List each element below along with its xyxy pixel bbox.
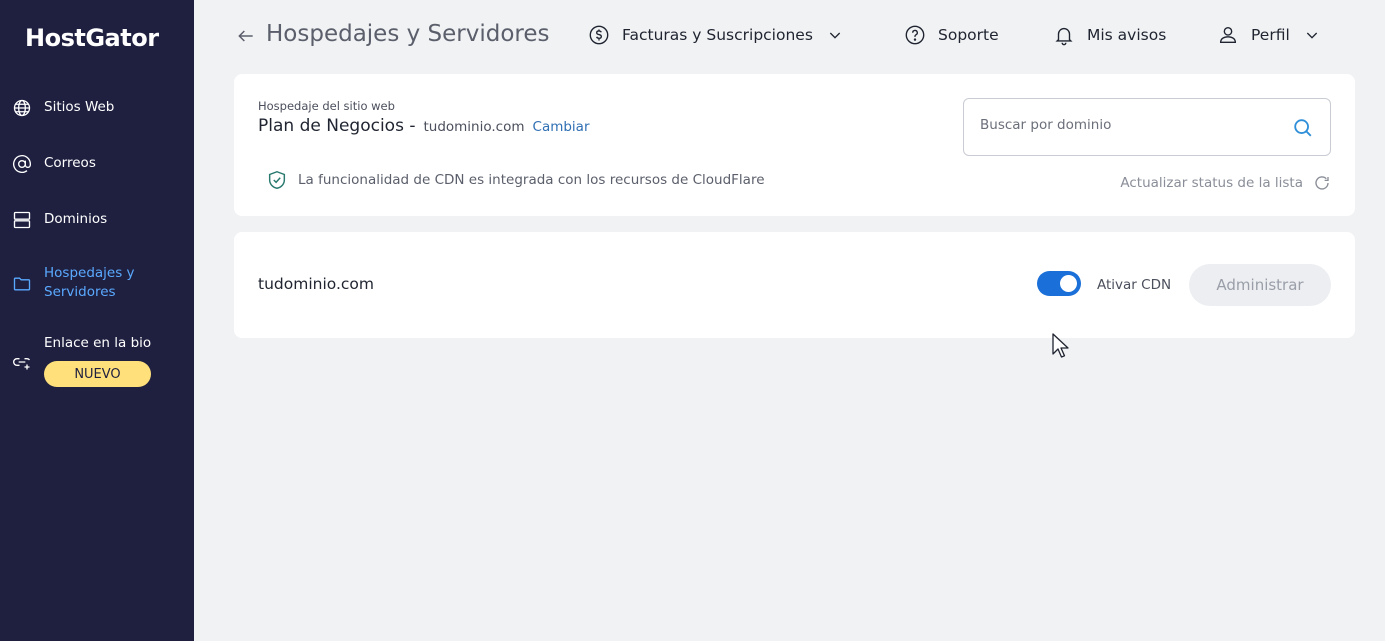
notifications-link[interactable]: Mis avisos: [1053, 22, 1166, 48]
cdn-toggle-label: Ativar CDN: [1097, 277, 1172, 293]
chevron-down-icon: [1306, 32, 1317, 39]
sidebar-item-label: Correos: [44, 155, 96, 171]
globe-icon: [12, 98, 32, 118]
profile-menu[interactable]: Perfil: [1217, 22, 1320, 48]
support-link[interactable]: Soporte: [904, 22, 999, 48]
domain-name: tudominio.com: [258, 275, 375, 293]
mouse-cursor-icon: [1052, 333, 1069, 358]
help-circle-icon: [905, 25, 925, 45]
profile-label: Perfil: [1251, 26, 1290, 44]
plan-row: Plan de Negocios - tudominio.com Cambiar: [258, 116, 590, 136]
back-arrow-icon[interactable]: [236, 26, 256, 46]
sidebar-item-label: Hospedajes y Servidores: [44, 265, 135, 300]
manage-button[interactable]: Administrar: [1189, 264, 1331, 306]
notifications-label: Mis avisos: [1087, 26, 1167, 44]
change-plan-link[interactable]: Cambiar: [533, 119, 590, 135]
sidebar-item-sitios-web[interactable]: Sitios Web: [0, 98, 194, 118]
sidebar-item-correos[interactable]: Correos: [0, 154, 194, 174]
folder-icon: [12, 274, 32, 294]
user-icon: [1219, 26, 1237, 44]
cdn-note: La funcionalidad de CDN es integrada con…: [266, 169, 765, 191]
sidebar-item-hospedajes[interactable]: Hospedajes y Servidores: [0, 264, 194, 304]
chevron-down-icon: [829, 32, 841, 39]
sidebar-item-label: Dominios: [44, 211, 108, 227]
server-icon: [12, 210, 32, 230]
page-title: Hospedajes y Servidores: [266, 21, 550, 47]
sidebar-item-dominios[interactable]: Dominios: [0, 210, 194, 230]
domain-search-input[interactable]: [980, 117, 1280, 133]
cdn-toggle[interactable]: [1037, 271, 1081, 296]
sidebar-item-enlace-bio[interactable]: Enlace en la bio: [0, 334, 194, 370]
bell-icon: [1055, 27, 1073, 46]
plan-name: Plan de Negocios -: [258, 116, 416, 136]
refresh-icon: [1315, 176, 1329, 190]
shield-check-icon: [268, 170, 286, 190]
link-add-icon: [12, 352, 32, 372]
sidebar-item-label: Sitios Web: [44, 99, 115, 115]
refresh-status-button[interactable]: Actualizar status de la lista: [1120, 174, 1331, 192]
at-sign-icon: [12, 154, 32, 174]
search-icon[interactable]: [1292, 117, 1314, 139]
domain-row-card: tudominio.com Ativar CDN Administrar: [234, 232, 1355, 338]
cdn-note-text: La funcionalidad de CDN es integrada con…: [298, 172, 765, 188]
sidebar-item-label: Enlace en la bio: [44, 335, 152, 351]
support-label: Soporte: [938, 26, 999, 44]
hosting-sub-label: Hospedaje del sitio web: [258, 99, 395, 113]
billing-label: Facturas y Suscripciones: [622, 26, 813, 44]
dollar-circle-icon: [589, 25, 609, 45]
refresh-status-label: Actualizar status de la lista: [1120, 175, 1303, 191]
plan-domain: tudominio.com: [423, 119, 525, 135]
billing-menu[interactable]: Facturas y Suscripciones: [588, 22, 843, 48]
toggle-knob: [1060, 275, 1077, 292]
hosting-plan-card: Hospedaje del sitio web Plan de Negocios…: [234, 74, 1355, 216]
domain-search: [963, 98, 1331, 156]
sidebar: HostGator Sitios Web Correos Dominios Ho…: [0, 0, 194, 641]
new-badge: NUEVO: [44, 361, 151, 387]
hostgator-logo[interactable]: HostGator: [25, 24, 159, 52]
